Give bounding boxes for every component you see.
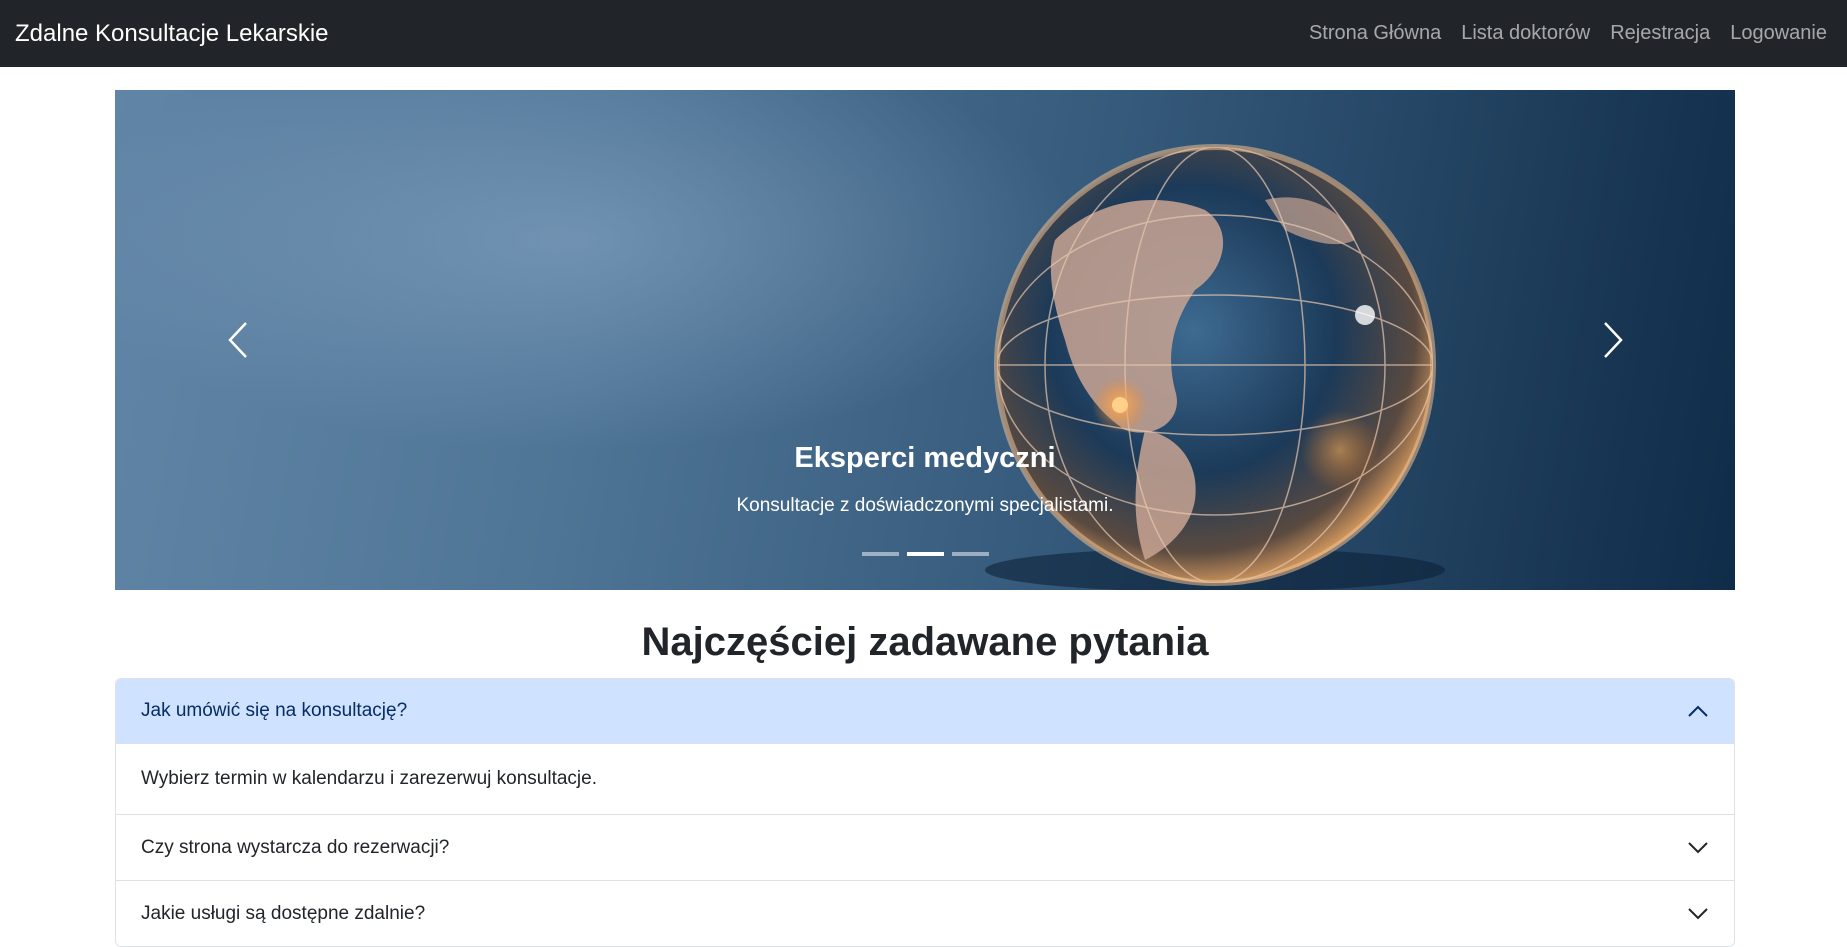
faq-item: Jakie usługi są dostępne zdalnie? (116, 880, 1734, 946)
carousel-indicator-1[interactable] (861, 552, 899, 556)
faq-item: Czy strona wystarcza do rezerwacji? (116, 814, 1734, 880)
brand-link[interactable]: Zdalne Konsultacje Lekarskie (15, 20, 329, 48)
nav-link-doctors[interactable]: Lista doktorów (1461, 22, 1590, 45)
carousel-indicator-2[interactable] (906, 552, 944, 556)
carousel-caption-title: Eksperci medyczni (794, 442, 1056, 474)
faq-question-button[interactable]: Czy strona wystarcza do rezerwacji? (116, 815, 1734, 880)
chevron-left-icon (227, 322, 247, 358)
carousel-indicator-3[interactable] (951, 552, 989, 556)
carousel-caption-text: Konsultacje z doświadczonymi specjalista… (736, 495, 1114, 516)
faq-question-text: Jak umówić się na konsultację? (141, 700, 408, 721)
faq-title: Najczęściej zadawane pytania (641, 620, 1209, 664)
faq-accordion: Jak umówić się na konsultację? Wybierz t… (115, 678, 1735, 947)
faq-question-text: Czy strona wystarcza do rezerwacji? (141, 836, 450, 858)
navbar: Zdalne Konsultacje Lekarskie Strona Głów… (0, 0, 1847, 67)
nav-links: Strona Główna Lista doktorów Rejestracja… (1309, 22, 1827, 45)
faq-question-button[interactable]: Jakie usługi są dostępne zdalnie? (116, 881, 1734, 946)
faq-question-button[interactable]: Jak umówić się na konsultację? (116, 679, 1734, 744)
chevron-right-icon (1603, 322, 1623, 358)
carousel-caption: Eksperci medyczni Konsultacje z doświadc… (115, 442, 1735, 517)
faq-answer: Wybierz termin w kalendarzu i zarezerwuj… (116, 744, 1734, 814)
chevron-up-icon (1688, 705, 1708, 717)
nav-link-home[interactable]: Strona Główna (1309, 22, 1441, 45)
faq-item: Jak umówić się na konsultację? Wybierz t… (116, 679, 1734, 814)
chevron-down-icon (1688, 841, 1708, 853)
chevron-down-icon (1688, 907, 1708, 919)
carousel-indicators (115, 552, 1735, 556)
nav-link-login[interactable]: Logowanie (1730, 22, 1827, 45)
nav-link-register[interactable]: Rejestracja (1610, 22, 1710, 45)
faq-question-text: Jakie usługi są dostępne zdalnie? (141, 902, 426, 924)
hero-carousel: Eksperci medyczni Konsultacje z doświadc… (115, 90, 1735, 590)
faq-answer-text: Wybierz termin w kalendarzu i zarezerwuj… (141, 768, 597, 789)
